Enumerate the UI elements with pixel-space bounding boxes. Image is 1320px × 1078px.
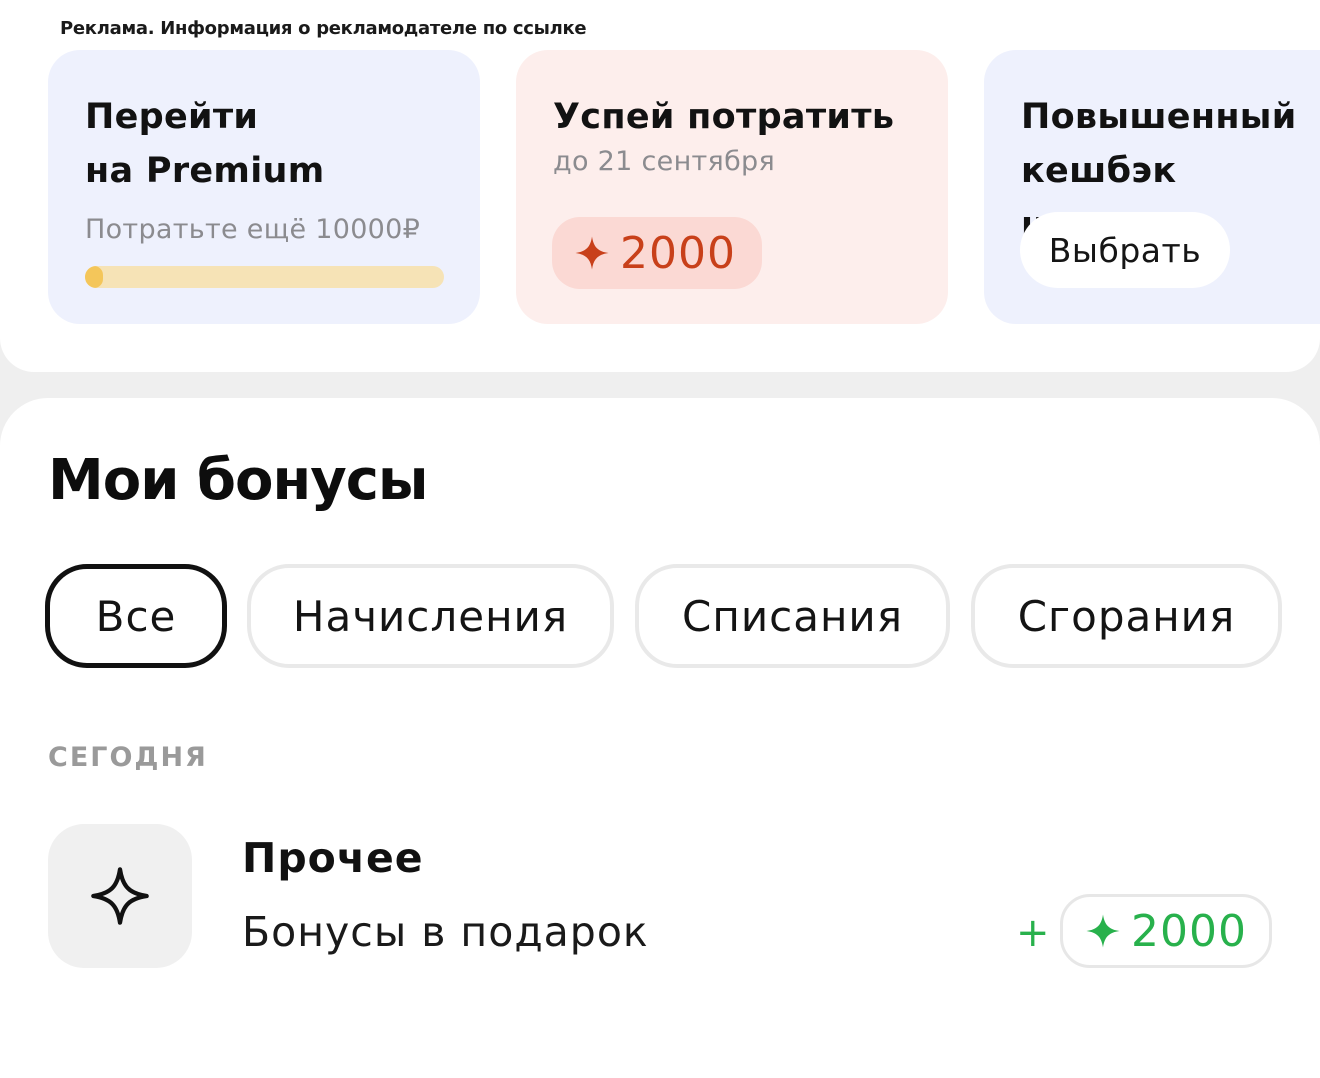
premium-progress-fill (85, 266, 103, 288)
spend-promo-deadline: до 21 сентября (553, 146, 776, 177)
premium-promo-title: Перейти на Premium (85, 97, 325, 191)
spend-promo-title: Успей потратить (553, 97, 895, 137)
spend-bonus-promo-card[interactable]: Успей потратить до 21 сентября 2000 (516, 50, 948, 324)
transaction-icon (48, 824, 192, 968)
premium-promo-card[interactable]: Перейти на Premium Потратьте ещё 10000₽ (48, 50, 480, 324)
spend-bonus-amount: 2000 (620, 227, 736, 279)
choose-button[interactable]: Выбрать (1020, 212, 1230, 288)
filter-chip-accruals[interactable]: Начисления (247, 564, 614, 668)
date-group-label: СЕГОДНЯ (48, 742, 208, 773)
transaction-title: Прочее (242, 834, 424, 882)
sparkle-icon (575, 236, 609, 270)
transaction-subtitle: Бонусы в подарок (242, 908, 649, 956)
transaction-amount-badge: 2000 (1060, 894, 1272, 968)
filter-chip-debits[interactable]: Списания (635, 564, 950, 668)
ad-disclaimer-link[interactable]: Реклама. Информация о рекламодателе по с… (60, 18, 587, 39)
sparkle-icon (1086, 914, 1120, 948)
premium-promo-subtitle: Потратьте ещё 10000₽ (85, 214, 421, 245)
spend-bonus-chip: 2000 (552, 217, 762, 289)
premium-progress-bar (85, 266, 444, 288)
filter-chip-all[interactable]: Все (45, 564, 227, 668)
transaction-sign: + (1016, 910, 1050, 956)
page-title: Мои бонусы (48, 448, 429, 513)
cashback-promo-card[interactable]: Повышенный кешбэк на месяц Выбрать (984, 50, 1320, 324)
sparkle-outline-icon (91, 867, 149, 925)
ads-panel: Реклама. Информация о рекламодателе по с… (0, 0, 1320, 372)
filter-chip-expirations[interactable]: Сгорания (971, 564, 1282, 668)
transaction-amount: 2000 (1131, 905, 1247, 957)
